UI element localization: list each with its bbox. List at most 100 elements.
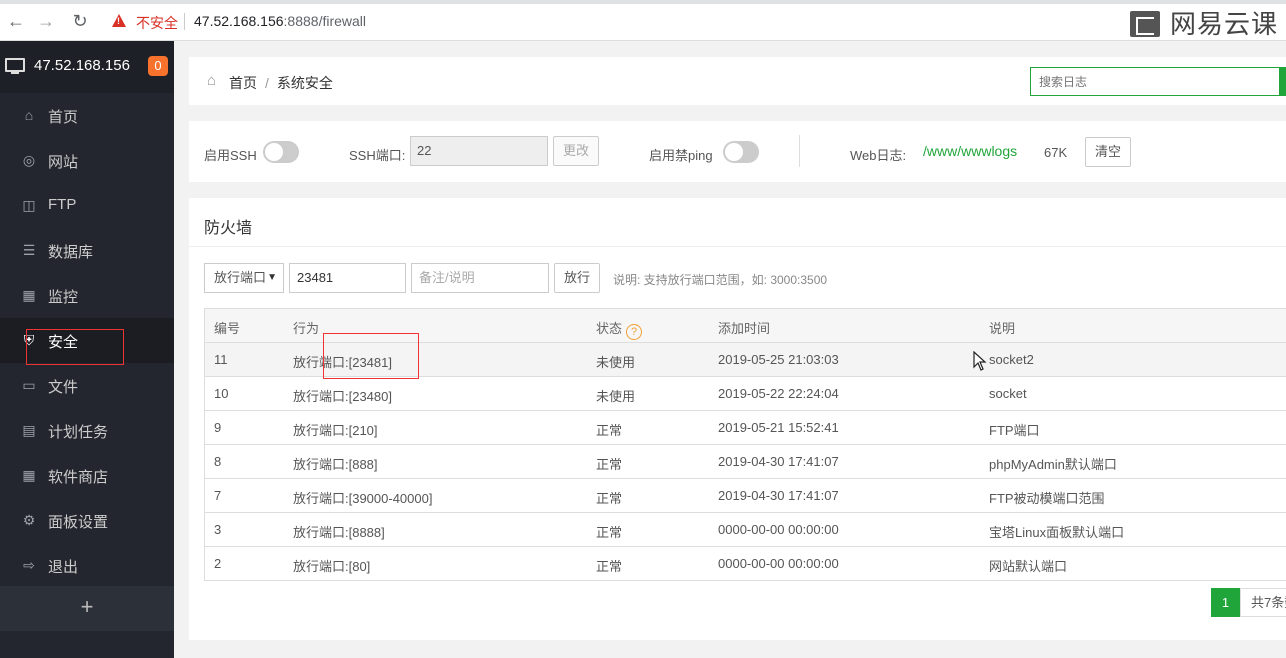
sidebar-item-label: 面板设置 [48, 514, 109, 531]
weblog-label: Web日志: [850, 148, 907, 163]
table-row[interactable]: 10 放行端口:[23480] 未使用 2019-05-22 22:24:04 … [205, 377, 1286, 411]
rule-type-select[interactable]: 放行端口 ▼ [204, 263, 284, 293]
sidebar-item-files[interactable]: ▭ 文件 [0, 363, 174, 408]
sidebar-item-home[interactable]: ⌂ 首页 [0, 93, 174, 138]
sidebar-host: 47.52.168.156 0 [0, 41, 174, 93]
breadcrumb-home[interactable]: 首页 [229, 75, 257, 91]
cell-status: 正常 [596, 525, 623, 540]
cell-id: 11 [214, 352, 228, 367]
cell-time: 2019-05-22 22:24:04 [718, 386, 839, 401]
cell-note[interactable]: FTP端口 [989, 420, 1040, 439]
security-settings-panel: 启用SSH SSH端口: 22 更改 启用禁ping Web日志: /www/w… [189, 121, 1286, 182]
back-icon[interactable]: ← [6, 10, 26, 32]
allow-button[interactable]: 放行 [554, 263, 600, 293]
cell-status: 未使用 [596, 355, 636, 370]
table-row[interactable]: 7 放行端口:[39000-40000] 正常 2019-04-30 17:41… [205, 479, 1286, 513]
change-port-button[interactable]: 更改 [553, 136, 599, 166]
table-row[interactable]: 2 放行端口:[80] 正常 0000-00-00 00:00:00 网站默认端… [205, 547, 1286, 581]
sidebar-item-logout[interactable]: ⇨ 退出 [0, 543, 174, 588]
sidebar-item-monitor[interactable]: ▦ 监控 [0, 273, 174, 318]
mouse-cursor-icon [973, 351, 987, 371]
sidebar-item-label: 监控 [48, 289, 79, 306]
help-icon[interactable]: ? [626, 324, 643, 340]
cell-time: 0000-00-00 00:00:00 [718, 556, 839, 571]
ssh-port-input[interactable]: 22 [410, 136, 548, 166]
cell-note[interactable]: socket [989, 386, 1027, 401]
port-input[interactable]: 23481 [289, 263, 406, 293]
annotation-box [323, 333, 419, 379]
ftp-icon: ◫ [22, 197, 36, 213]
log-search [1030, 67, 1286, 96]
cell-time: 2019-04-30 17:41:07 [718, 488, 839, 503]
cell-note[interactable]: FTP被动模端口范围 [989, 488, 1105, 507]
cell-id: 7 [214, 488, 222, 503]
cell-note[interactable]: phpMyAdmin默认端口 [989, 454, 1117, 473]
sidebar-item-label: 网站 [48, 154, 79, 171]
gear-icon: ⚙ [22, 512, 36, 528]
col-header-status-label: 状态 [596, 321, 623, 336]
cell-time: 0000-00-00 00:00:00 [718, 522, 839, 537]
breadcrumb-text: 首页 / 系统安全 [229, 73, 333, 93]
url-path: :8888/firewall [283, 13, 367, 29]
col-header-id: 编号 [214, 321, 241, 336]
reload-icon[interactable]: ↻ [70, 10, 90, 32]
firewall-panel: 防火墙 放行端口 ▼ 23481 备注/说明 放行 说明: 支持放行端口范围，如:… [189, 198, 1286, 640]
sidebar-item-website[interactable]: ◎ 网站 [0, 138, 174, 183]
log-search-input[interactable] [1031, 68, 1279, 95]
home-icon: ⌂ [24, 107, 34, 123]
host-address: 47.52.168.156 [34, 57, 130, 74]
firewall-title: 防火墙 [204, 220, 253, 237]
sidebar-item-store[interactable]: ▦ 软件商店 [0, 453, 174, 498]
cell-action: 放行端口:[210] [293, 423, 378, 438]
settings-divider [799, 135, 800, 167]
security-label: 不安全 [136, 15, 178, 31]
breadcrumb-current: 系统安全 [276, 75, 333, 91]
tab-strip [0, 0, 1286, 4]
ping-toggle[interactable] [723, 141, 759, 163]
database-icon: ☰ [22, 242, 36, 258]
watermark: 网易云课 [1130, 4, 1278, 41]
cell-note[interactable]: socket2 [989, 352, 1034, 367]
cell-status: 正常 [596, 559, 623, 574]
col-header-status: 状态? [596, 318, 643, 340]
forward-icon[interactable]: → [36, 10, 56, 32]
sidebar-item-label: 文件 [48, 379, 79, 396]
url-host: 47.52.168.156 [194, 13, 284, 29]
sidebar-item-ftp[interactable]: ◫ FTP [0, 183, 174, 228]
ssh-toggle[interactable] [263, 141, 299, 163]
cell-status: 正常 [596, 423, 623, 438]
clear-logs-button[interactable]: 清空 [1085, 137, 1131, 167]
message-badge[interactable]: 0 [148, 56, 168, 76]
page-current[interactable]: 1 [1211, 588, 1240, 617]
monitor-chart-icon: ▦ [22, 287, 36, 303]
cell-id: 10 [214, 386, 229, 401]
sidebar-item-database[interactable]: ☰ 数据库 [0, 228, 174, 273]
url-divider [184, 13, 185, 30]
cell-status: 未使用 [596, 389, 636, 404]
home-icon[interactable]: ⌂ [207, 73, 223, 88]
note-input[interactable]: 备注/说明 [411, 263, 549, 293]
table-row[interactable]: 8 放行端口:[888] 正常 2019-04-30 17:41:07 phpM… [205, 445, 1286, 479]
table-row[interactable]: 9 放行端口:[210] 正常 2019-05-21 15:52:41 FTP端… [205, 411, 1286, 445]
logout-icon: ⇨ [23, 557, 35, 573]
cell-status: 正常 [596, 491, 623, 506]
sidebar-item-cron[interactable]: ▤ 计划任务 [0, 408, 174, 453]
table-row[interactable]: 3 放行端口:[8888] 正常 0000-00-00 00:00:00 宝塔L… [205, 513, 1286, 547]
cell-note[interactable]: 宝塔Linux面板默认端口 [989, 522, 1124, 541]
cell-id: 9 [214, 420, 222, 435]
cell-note[interactable]: 网站默认端口 [989, 556, 1067, 575]
watermark-logo-icon [1130, 11, 1160, 37]
globe-icon: ◎ [22, 152, 36, 168]
warning-icon [112, 14, 126, 27]
search-button[interactable] [1279, 67, 1286, 96]
sidebar-item-label: 退出 [48, 559, 79, 576]
add-button[interactable]: + [0, 586, 174, 631]
sidebar-item-settings[interactable]: ⚙ 面板设置 [0, 498, 174, 543]
weblog-path-link[interactable]: /www/wwwlogs [923, 143, 1017, 159]
monitor-icon [5, 58, 25, 74]
grid-icon: ▦ [22, 467, 36, 483]
sidebar-item-label: 软件商店 [48, 469, 109, 486]
url-text[interactable]: 47.52.168.156:8888/firewall [194, 13, 366, 29]
address-bar[interactable]: 不安全 47.52.168.156:8888/firewall [104, 8, 1114, 35]
sidebar-item-label: FTP [48, 196, 77, 213]
